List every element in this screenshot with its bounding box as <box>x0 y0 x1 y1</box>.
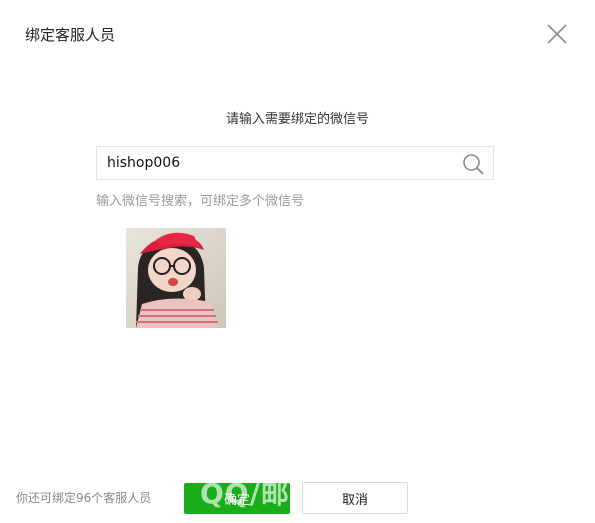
bind-staff-dialog: 绑定客服人员 请输入需要绑定的微信号 输入微信号搜索，可绑定多个微信号 <box>0 0 595 523</box>
confirm-button[interactable]: 确定 <box>184 483 290 514</box>
wechat-search-input[interactable] <box>97 147 457 179</box>
dialog-title: 绑定客服人员 <box>25 26 116 44</box>
remaining-count-note: 你还可绑定96个客服人员 <box>16 491 152 505</box>
avatar[interactable] <box>126 228 226 328</box>
cancel-button[interactable]: 取消 <box>302 482 408 514</box>
close-icon[interactable] <box>545 22 569 46</box>
search-box <box>96 146 494 180</box>
search-hint: 输入微信号搜索，可绑定多个微信号 <box>96 194 305 209</box>
search-icon[interactable] <box>462 153 484 175</box>
bind-prompt: 请输入需要绑定的微信号 <box>225 112 369 127</box>
